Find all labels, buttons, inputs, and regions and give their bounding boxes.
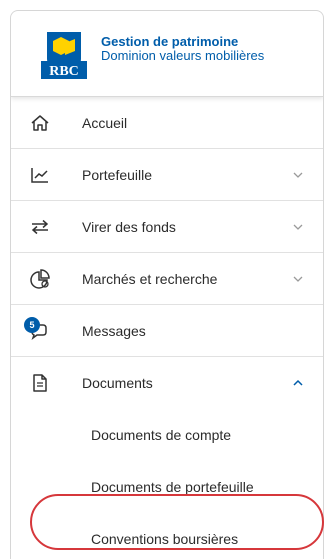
rbc-logo[interactable]: RBC: [41, 29, 87, 81]
chevron-up-icon[interactable]: [293, 379, 303, 387]
main-nav: Accueil Portefeuille Virer des fonds Mar…: [11, 97, 323, 409]
sub-label-conventions-boursieres: Conventions boursières: [91, 531, 239, 547]
home-icon: [31, 114, 49, 131]
nav-label-virer-des-fonds: Virer des fonds: [82, 218, 176, 235]
document-icon: [33, 374, 47, 392]
chevron-down-icon[interactable]: [293, 171, 303, 179]
nav-item-portefeuille[interactable]: Portefeuille: [11, 149, 323, 201]
nav-item-documents[interactable]: Documents: [11, 357, 323, 409]
menu-header: RBC Gestion de patrimoine Dominion valeu…: [11, 11, 323, 97]
brand-subtitle: Dominion valeurs mobilières: [101, 48, 265, 63]
nav-label-marches-et-recherche: Marchés et recherche: [82, 270, 218, 287]
sub-item-documents-de-portefeuille[interactable]: Documents de portefeuille: [11, 461, 323, 513]
nav-item-messages[interactable]: 5 Messages: [11, 305, 323, 357]
rbc-logo-text: RBC: [49, 64, 79, 79]
markets-icon: [30, 268, 50, 289]
unread-count-badge: 5: [24, 317, 40, 333]
documents-submenu: Documents de compte Documents de portefe…: [11, 409, 323, 559]
nav-label-portefeuille: Portefeuille: [82, 166, 153, 183]
chevron-down-icon[interactable]: [293, 275, 303, 283]
chart-icon: [31, 167, 48, 183]
nav-label-messages: Messages: [82, 322, 146, 339]
side-menu-panel: RBC Gestion de patrimoine Dominion valeu…: [10, 10, 324, 559]
transfer-icon: [31, 219, 49, 234]
nav-label-documents: Documents: [82, 375, 153, 391]
chevron-down-icon[interactable]: [293, 223, 303, 231]
nav-item-virer-des-fonds[interactable]: Virer des fonds: [11, 201, 323, 253]
brand-title: Gestion de patrimoine: [101, 34, 239, 49]
nav-item-accueil[interactable]: Accueil: [11, 97, 323, 149]
nav-item-marches-et-recherche[interactable]: Marchés et recherche: [11, 253, 323, 305]
sub-item-conventions-boursieres[interactable]: Conventions boursières: [11, 513, 323, 559]
sub-label-documents-de-compte: Documents de compte: [91, 427, 232, 443]
sub-label-documents-de-portefeuille: Documents de portefeuille: [91, 479, 254, 495]
brand-name: Gestion de patrimoine Dominion valeurs m…: [101, 35, 264, 63]
sub-item-documents-de-compte[interactable]: Documents de compte: [11, 409, 323, 461]
nav-label-accueil: Accueil: [82, 114, 128, 131]
